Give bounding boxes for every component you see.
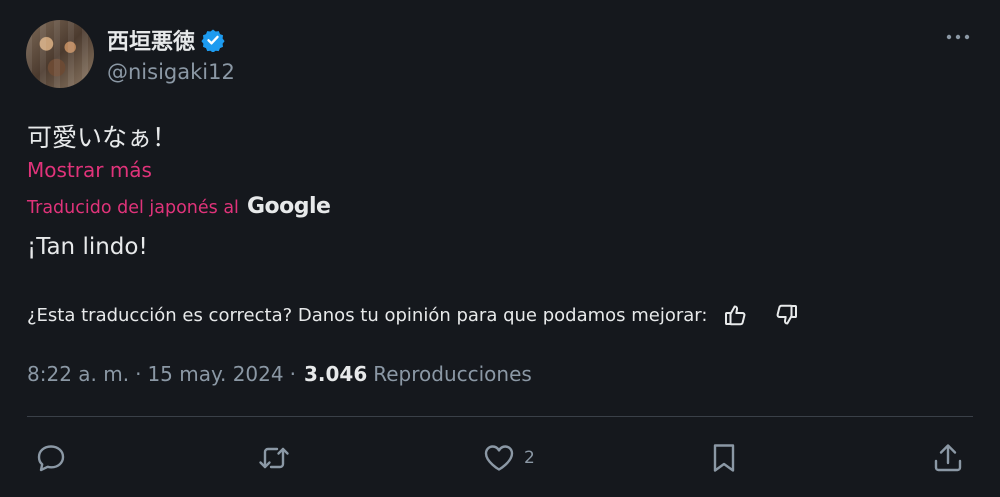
more-options-icon[interactable]: [944, 28, 972, 46]
author-name-row: 西垣悪徳: [107, 24, 225, 56]
translation-attribution: Traducido del japonés al Google: [27, 194, 331, 219]
bookmark-button[interactable]: [707, 440, 741, 476]
author-display-name[interactable]: 西垣悪徳: [107, 24, 195, 56]
translation-feedback: ¿Esta traducción es correcta? Danos tu o…: [27, 302, 799, 328]
divider: [27, 416, 973, 417]
share-icon: [934, 444, 962, 472]
verified-badge-icon[interactable]: [201, 28, 225, 53]
feedback-question: ¿Esta traducción es correcta? Danos tu o…: [27, 304, 708, 326]
avatar[interactable]: [26, 20, 94, 88]
reply-icon: [37, 445, 65, 472]
tweet-text: 可愛いなぁ！: [27, 123, 178, 152]
meta-separator: ·: [135, 362, 142, 386]
views-count: 3.046: [303, 362, 368, 386]
google-logo: Google: [246, 194, 331, 219]
thumbs-up-icon[interactable]: [723, 302, 749, 328]
author-handle[interactable]: @nisigaki12: [107, 60, 235, 84]
tweet-meta: 8:22 a. m. · 15 may. 2024 · 3.046 Reprod…: [27, 362, 532, 386]
views-label: Reproducciones: [373, 362, 532, 386]
heart-icon: [484, 445, 514, 471]
reply-button[interactable]: [34, 440, 76, 476]
share-button[interactable]: [931, 440, 965, 476]
meta-separator-2: ·: [289, 362, 296, 386]
bookmark-icon: [713, 444, 735, 472]
like-button[interactable]: 2: [482, 440, 535, 476]
retweet-icon: [259, 447, 289, 469]
tweet-date[interactable]: 15 may. 2024: [147, 362, 283, 386]
translated-text: ¡Tan lindo!: [27, 234, 148, 260]
retweet-button[interactable]: [257, 440, 299, 476]
like-count: 2: [524, 448, 535, 468]
tweet-time[interactable]: 8:22 a. m.: [27, 362, 129, 386]
show-more-link[interactable]: Mostrar más: [27, 158, 152, 182]
thumbs-down-icon[interactable]: [773, 302, 799, 328]
translated-by-label: Traducido del japonés al: [27, 198, 239, 218]
